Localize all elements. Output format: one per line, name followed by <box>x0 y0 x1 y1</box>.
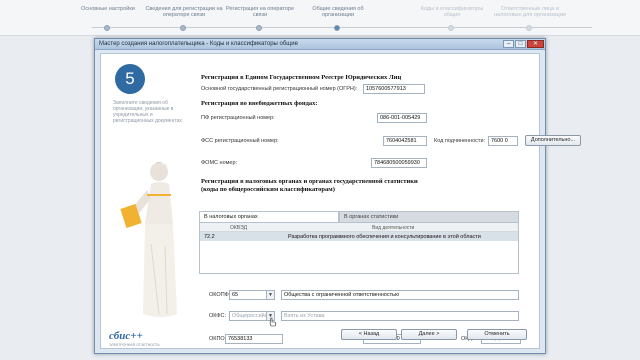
pfr-field[interactable]: 086-001-005429 <box>377 113 427 123</box>
tax-section-title: Регистрация в налоговых органах и органа… <box>201 178 418 185</box>
okpo-label: ОКПО: <box>209 336 227 342</box>
back-button[interactable]: < Назад <box>341 329 397 340</box>
okfs-name-field[interactable]: Взять из Устава <box>281 311 519 321</box>
sub-code-label: Код подчиненности: <box>434 138 486 144</box>
fss-field[interactable]: 7604042581 <box>383 136 427 146</box>
okved-column-header: ОКВЭД <box>230 225 247 231</box>
okpo-field[interactable]: 76538133 <box>225 334 283 344</box>
logo-subtitle: ЭЛЕКТРОННАЯ ОТЧЕТНОСТЬ <box>109 343 160 347</box>
table-row[interactable]: 72.2 Разработка программного обеспечения… <box>200 232 518 241</box>
sub-code-field[interactable]: 7600 0 <box>488 136 518 146</box>
step-responsible[interactable]: Ответственные лица и налоговые для орган… <box>490 6 570 31</box>
step-operator-registration[interactable]: Регистрация на операторе связи <box>220 6 300 31</box>
minimize-button[interactable]: – <box>503 40 514 48</box>
okopf-name-field[interactable]: Общества с ограниченной ответственностью <box>281 290 519 300</box>
ogrn-field[interactable]: 1057600577913 <box>363 84 425 94</box>
tab-statistics[interactable]: В органах статистики <box>339 211 519 222</box>
okopf-code-field[interactable]: 65 ▼ <box>229 290 275 300</box>
funds-section-title: Регистрация во внебюджетных фондах: <box>201 100 318 107</box>
window-titlebar[interactable]: Мастер создания налогоплательщика - Коды… <box>95 39 545 50</box>
window-title: Мастер создания налогоплательщика - Коды… <box>99 41 298 47</box>
okved-table: ОКВЭД Вид деятельности 72.2 Разработка п… <box>199 222 519 274</box>
foms-field[interactable]: 784680500059930 <box>371 158 427 168</box>
step-number-badge: 5 <box>115 64 145 94</box>
table-header: ОКВЭД Вид деятельности <box>200 223 518 232</box>
step-operator-info[interactable]: Сведения для регистрации на операторе св… <box>144 6 224 31</box>
pfr-label: ПФ регистрационный номер: <box>201 115 275 121</box>
step-basic-settings[interactable]: Основные настройки <box>68 6 148 31</box>
step-org-info[interactable]: Общие сведения об организации <box>298 6 378 31</box>
step-hint: Заполните сведения об организации, указа… <box>113 100 182 124</box>
fss-label: ФСС регистрационный номер: <box>201 138 279 144</box>
step-codes[interactable]: Коды и классификаторы общие <box>412 6 492 31</box>
hand-cursor-icon <box>269 317 277 327</box>
step-dot <box>180 25 186 31</box>
activity-cell: Разработка программного обеспечения и ко… <box>288 234 481 240</box>
ogrn-label: Основной государственный регистрационный… <box>201 86 358 92</box>
tab-tax-authorities[interactable]: В налоговых органах <box>199 211 339 222</box>
step-dot <box>334 25 340 31</box>
stepper-line <box>92 27 592 28</box>
step-dot <box>448 25 454 31</box>
okved-code-cell: 72.2 <box>204 234 215 240</box>
step-dot <box>256 25 262 31</box>
wizard-stepper: Основные настройки Сведения для регистра… <box>0 0 640 36</box>
wizard-window: Мастер создания налогоплательщика - Коды… <box>94 38 581 354</box>
foms-label: ФОМС номер: <box>201 160 238 166</box>
chevron-down-icon[interactable]: ▼ <box>266 291 274 299</box>
egrul-section-title: Регистрация в Едином Государственном Рее… <box>201 74 402 81</box>
step-dot <box>104 25 110 31</box>
woman-illustration <box>120 162 177 317</box>
maximize-button[interactable]: □ <box>515 40 526 48</box>
step-dot <box>526 25 532 31</box>
close-button[interactable]: ✕ <box>527 40 544 48</box>
next-button[interactable]: Далее > <box>401 329 457 340</box>
registration-form: Регистрация в Едином Государственном Рее… <box>201 54 581 350</box>
tax-section-subtitle: (коды по общероссийским классификаторам) <box>201 186 335 193</box>
cancel-button[interactable]: Отменить <box>467 329 527 340</box>
okfs-label: ОКФС: <box>209 313 226 319</box>
okopf-label: ОКОПФ: <box>209 292 231 298</box>
more-button[interactable]: Дополнительно... <box>525 135 581 146</box>
sbis-logo: сбис++ <box>109 330 143 342</box>
activity-column-header: Вид деятельности <box>372 225 415 231</box>
wizard-content: 5 Заполните сведения об организации, ука… <box>100 53 581 350</box>
